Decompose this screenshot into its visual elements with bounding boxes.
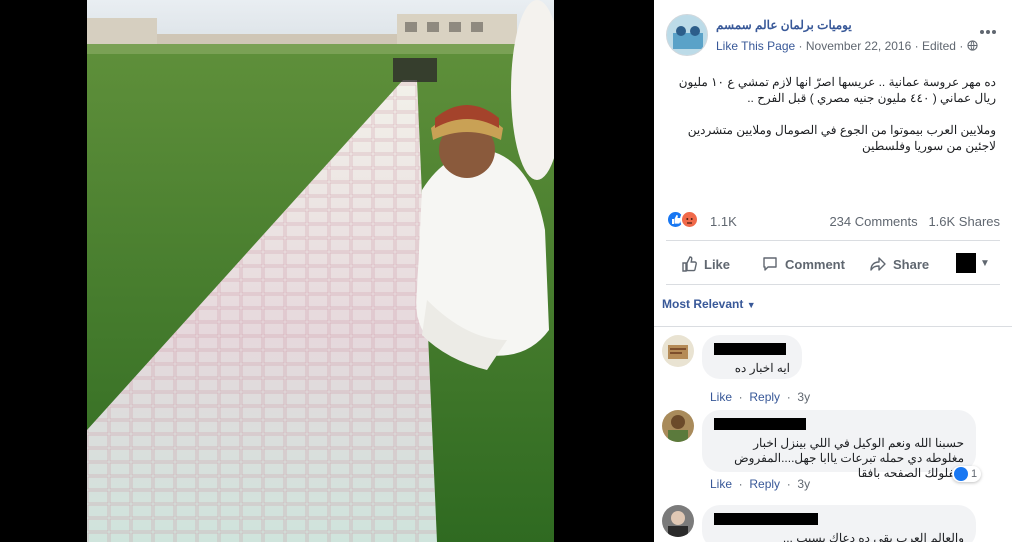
comment-reply-link[interactable]: Reply — [749, 477, 780, 491]
comment-text: حسبنا الله ونعم الوكيل في اللي بينزل اخب… — [734, 436, 964, 480]
page-avatar[interactable] — [666, 14, 708, 56]
audience-avatar — [956, 253, 976, 273]
comment-like-link[interactable]: Like — [710, 477, 732, 491]
commenter-avatar[interactable] — [662, 335, 694, 367]
globe-icon — [967, 40, 978, 51]
comment-item: والعالم العرب بقى ده دعاك بسبب ... — [662, 505, 1002, 542]
comment-bubble: ايه اخبار ده — [702, 335, 802, 379]
share-label: Share — [893, 256, 930, 272]
reaction-icons[interactable] — [666, 210, 706, 230]
comment-bubble: والعالم العرب بقى ده دعاك بسبب ... — [702, 505, 976, 542]
caret-down-icon: ▼ — [746, 300, 756, 310]
divider — [666, 240, 1000, 241]
comment-time[interactable]: 3y — [797, 477, 810, 491]
comment-actions: Like · Reply · 3y — [710, 477, 811, 491]
edited-label[interactable]: Edited — [922, 39, 956, 53]
thumbs-up-icon — [682, 256, 697, 272]
comment-actions: Like · Reply · 3y — [710, 390, 811, 404]
meta-separator: · — [914, 39, 919, 53]
commenter-avatar[interactable] — [662, 505, 694, 537]
share-icon — [870, 257, 886, 271]
lightbox-backdrop-left — [0, 0, 87, 542]
post-paragraph: ده مهر عروسة عمانية .. عريسها اصرّ انها … — [678, 75, 996, 105]
comment-label: Comment — [785, 256, 845, 272]
ellipsis-icon[interactable] — [980, 22, 996, 38]
caret-down-icon: ▼ — [980, 257, 990, 269]
lightbox-backdrop-right — [554, 0, 654, 542]
comment-text: والعالم العرب بقى ده دعاك بسبب ... — [782, 531, 964, 542]
reactions-summary: 1.1K 234 Comments 1.6K Shares — [666, 210, 1000, 232]
share-button[interactable]: Share — [869, 253, 929, 275]
comment-filter-label: Most Relevant — [662, 297, 744, 311]
shares-count[interactable]: 1.6K Shares — [928, 214, 1000, 229]
post-meta: Like This Page · November 22, 2016 · Edi… — [716, 39, 978, 53]
comment-reaction-number: 1 — [971, 468, 978, 480]
meta-separator: · — [798, 39, 803, 53]
angry-reaction-icon — [680, 210, 699, 229]
share-audience-selector[interactable]: ▼ — [956, 253, 990, 273]
post-header: يوميات برلمان عالم سمسم Like This Page ·… — [666, 12, 1004, 62]
divider — [666, 284, 1000, 285]
comment-item: حسبنا الله ونعم الوكيل في اللي بينزل اخب… — [662, 410, 1002, 500]
comments-count[interactable]: 234 Comments — [829, 214, 917, 229]
reaction-count[interactable]: 1.1K — [710, 214, 737, 229]
comment-like-link[interactable]: Like — [710, 390, 732, 404]
meta-separator: · — [959, 39, 964, 53]
like-reaction-icon — [954, 467, 968, 481]
comment-reply-link[interactable]: Reply — [749, 390, 780, 404]
post-actions: Like Comment Share ▼ — [666, 247, 1000, 281]
photo-illustration — [87, 0, 554, 542]
post-date[interactable]: November 22, 2016 — [806, 39, 911, 53]
comment-reaction-count[interactable]: 1 — [952, 466, 982, 482]
post-text: ده مهر عروسة عمانية .. عريسها اصرّ انها … — [662, 74, 996, 170]
comment-text: ايه اخبار ده — [734, 361, 790, 375]
redacted-author-name — [714, 418, 806, 430]
like-page-link[interactable]: Like This Page — [716, 39, 795, 53]
comment-icon — [763, 257, 777, 271]
comments-list: ايه اخبار ده Like · Reply · 3y حسبنا الل… — [654, 326, 1012, 542]
comment-item: ايه اخبار ده Like · Reply · 3y — [662, 335, 1002, 405]
like-label: Like — [704, 256, 731, 272]
post-paragraph: وملايين العرب بيموتوا من الجوع في الصوما… — [687, 123, 996, 153]
comment-bubble: حسبنا الله ونعم الوكيل في اللي بينزل اخب… — [702, 410, 976, 480]
redacted-author-name — [714, 513, 818, 525]
comment-filter-dropdown[interactable]: Most Relevant ▼ — [662, 297, 756, 311]
post-side-panel: يوميات برلمان عالم سمسم Like This Page ·… — [654, 0, 1012, 542]
page-name[interactable]: يوميات برلمان عالم سمسم — [716, 18, 852, 32]
like-button[interactable]: Like — [680, 253, 730, 275]
redacted-author-name — [714, 343, 786, 355]
comment-button[interactable]: Comment — [761, 253, 845, 275]
post-photo[interactable] — [87, 0, 554, 542]
commenter-avatar[interactable] — [662, 410, 694, 442]
comment-time[interactable]: 3y — [797, 390, 810, 404]
engagement-counts: 234 Comments 1.6K Shares — [829, 214, 1000, 229]
